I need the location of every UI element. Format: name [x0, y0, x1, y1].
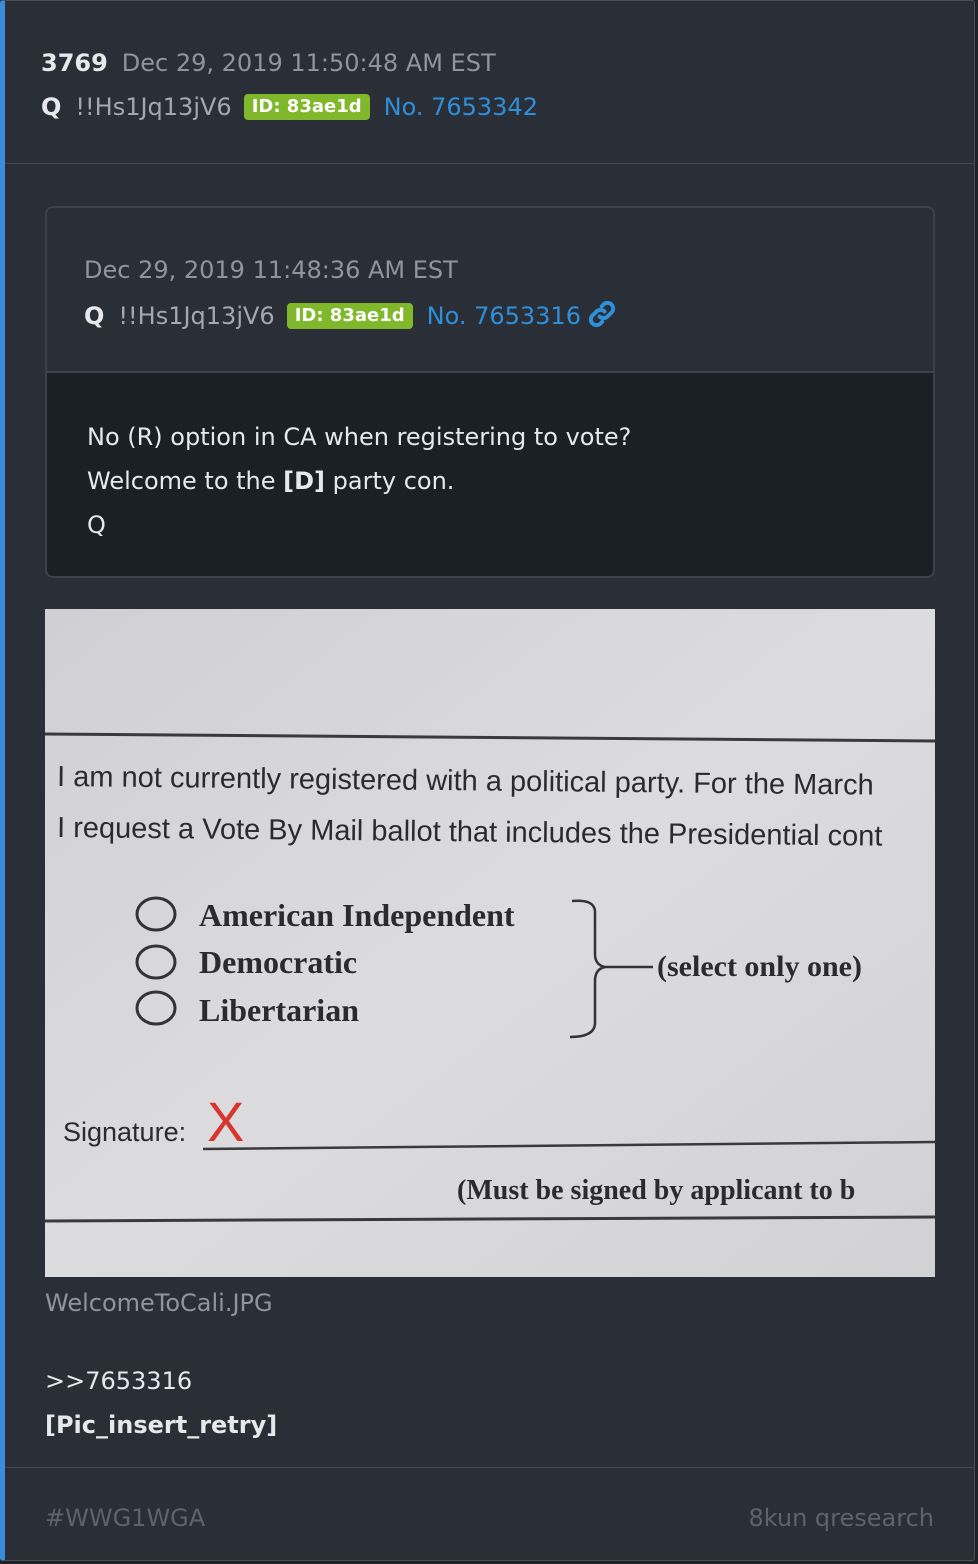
post-date: Dec 29, 2019 11:50:48 AM EST — [121, 49, 496, 77]
quoted-poster-tripcode: !!Hs1Jq13jV6 — [118, 302, 275, 330]
post-number: 3769 — [41, 49, 108, 77]
quoted-post-number-link[interactable]: No. 7653316 — [427, 302, 581, 330]
reply-reference[interactable]: >>7653316 — [45, 1365, 192, 1397]
image-filename[interactable]: WelcomeToCali.JPG — [45, 1287, 273, 1319]
bracket-note: (select only one) — [657, 950, 862, 983]
source-label: 8kun qresearch — [748, 1504, 934, 1532]
option-libertarian: Libertarian — [199, 992, 359, 1028]
quoted-post: Dec 29, 2019 11:48:36 AM EST Q !!Hs1Jq13j… — [45, 206, 935, 578]
poster-tripcode: !!Hs1Jq13jV6 — [75, 93, 232, 121]
ballot-form-photo: I am not currently registered with a pol… — [45, 609, 935, 1277]
poster-name: Q — [41, 93, 62, 121]
link-icon[interactable] — [587, 299, 617, 329]
signature-label: Signature: — [63, 1117, 186, 1147]
poster-id-badge[interactable]: ID: 83ae1d — [243, 94, 370, 120]
quoted-text-line-1: No (R) option in CA when registering to … — [87, 423, 632, 451]
post-meta-line-2: Q !!Hs1Jq13jV6 ID: 83ae1d No. 7653342 — [41, 92, 538, 122]
quoted-post-date: Dec 29, 2019 11:48:36 AM EST — [84, 256, 458, 284]
quoted-meta-line-1: Dec 29, 2019 11:48:36 AM EST — [84, 255, 458, 285]
quoted-text-segment: Welcome to the — [87, 467, 284, 495]
quoted-signature: Q — [87, 511, 106, 539]
post-meta-line-1: 3769 Dec 29, 2019 11:50:48 AM EST — [41, 48, 496, 78]
quoted-post-header: Dec 29, 2019 11:48:36 AM EST Q !!Hs1Jq13j… — [47, 208, 933, 373]
quoted-text-segment: party con. — [325, 467, 455, 495]
post-header: 3769 Dec 29, 2019 11:50:48 AM EST Q !!Hs1J… — [5, 1, 974, 164]
form-footnote: (Must be signed by applicant to b — [457, 1175, 855, 1206]
option-american-independent: American Independent — [199, 897, 515, 933]
post-message: [Pic_insert_retry] — [45, 1411, 278, 1439]
quoted-text-line-2: Welcome to the [D] party con. — [87, 459, 631, 503]
quoted-poster-name: Q — [84, 302, 105, 330]
post-image[interactable]: I am not currently registered with a pol… — [45, 609, 935, 1277]
quoted-text-bold: [D] — [283, 467, 326, 495]
signature-x-mark: X — [207, 1090, 244, 1153]
option-democratic: Democratic — [199, 944, 357, 980]
quoted-meta-line-2: Q !!Hs1Jq13jV6 ID: 83ae1d No. 7653316 — [84, 299, 617, 331]
hashtag: #WWG1WGA — [45, 1504, 206, 1532]
post-card: 3769 Dec 29, 2019 11:50:48 AM EST Q !!Hs1J… — [0, 0, 975, 1561]
post-footer: #WWG1WGA 8kun qresearch — [5, 1467, 974, 1560]
post-number-link[interactable]: No. 7653342 — [384, 93, 538, 121]
quoted-post-body: No (R) option in CA when registering to … — [87, 415, 631, 547]
quoted-id-badge[interactable]: ID: 83ae1d — [286, 303, 413, 329]
